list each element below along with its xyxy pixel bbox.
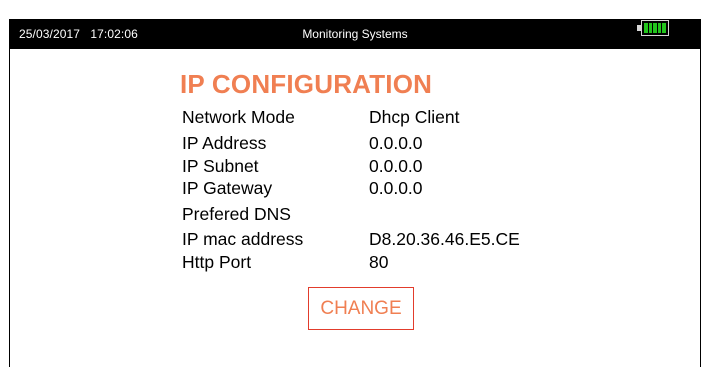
config-value: Dhcp Client: [369, 107, 460, 127]
config-row-network-mode: Network Mode Dhcp Client: [182, 107, 602, 129]
config-label: IP Address: [182, 133, 267, 153]
config-value: 80: [369, 252, 389, 272]
config-row-prefered-dns: Prefered DNS: [182, 204, 602, 226]
config-value: 0.0.0.0: [369, 178, 423, 198]
status-bar: 25/03/2017 17:02:06 Monitoring Systems: [9, 19, 701, 49]
config-label: IP mac address: [182, 229, 304, 249]
config-value: 0.0.0.0: [369, 156, 423, 176]
battery-body: [641, 20, 669, 36]
config-row-ip-mac-address: IP mac address D8.20.36.46.E5.CE: [182, 229, 602, 251]
battery-cell: [662, 23, 666, 33]
config-label: Prefered DNS: [182, 204, 291, 224]
battery-cell: [648, 23, 653, 33]
battery-cell: [657, 23, 662, 33]
config-value: 0.0.0.0: [369, 133, 423, 153]
config-label: Http Port: [182, 252, 252, 272]
change-button[interactable]: CHANGE: [308, 287, 414, 330]
config-value: D8.20.36.46.E5.CE: [369, 229, 520, 249]
frame-right-border: [700, 49, 701, 367]
frame-left-border: [9, 49, 10, 367]
status-title: Monitoring Systems: [302, 27, 408, 41]
config-label: IP Subnet: [182, 156, 259, 176]
battery-cell: [644, 23, 648, 33]
battery-cell: [653, 23, 657, 33]
config-row-ip-address: IP Address 0.0.0.0: [182, 133, 602, 155]
battery-full-icon: [637, 20, 671, 36]
config-label: IP Gateway: [182, 178, 273, 198]
config-label: Network Mode: [182, 107, 295, 127]
page-title: IP CONFIGURATION: [180, 69, 433, 99]
config-row-http-port: Http Port 80: [182, 252, 602, 274]
config-row-ip-gateway: IP Gateway 0.0.0.0: [182, 178, 602, 200]
config-row-ip-subnet: IP Subnet 0.0.0.0: [182, 156, 602, 178]
device-screen: 25/03/2017 17:02:06 Monitoring Systems I…: [0, 0, 705, 367]
